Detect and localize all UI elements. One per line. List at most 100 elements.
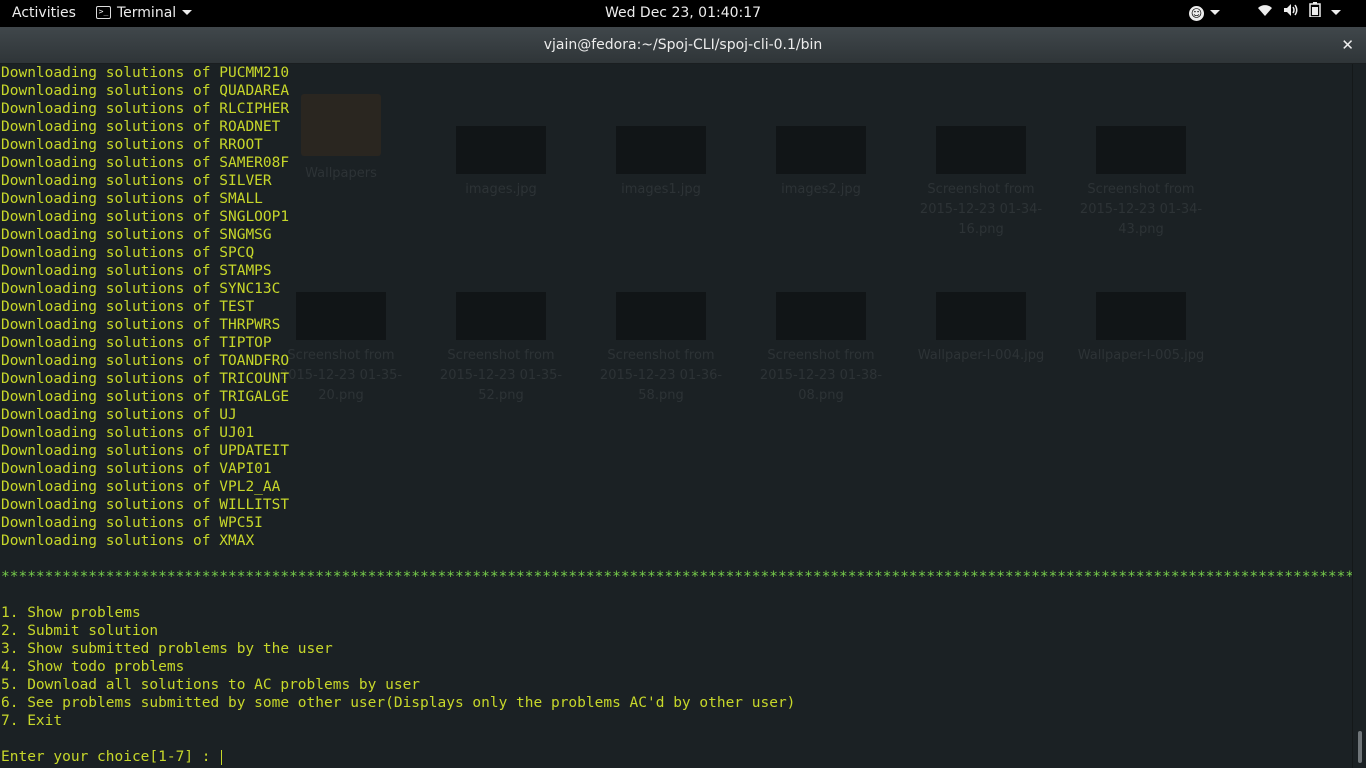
download-line: Downloading solutions of SYNC13C xyxy=(1,280,1352,298)
problem-code: WPC5I xyxy=(219,515,263,531)
download-line: Downloading solutions of ROADNET xyxy=(1,118,1352,136)
terminal-icon: >_ xyxy=(96,5,111,19)
download-line: Downloading solutions of RLCIPHER xyxy=(1,100,1352,118)
close-icon: ✕ xyxy=(1341,36,1354,54)
download-prefix: Downloading solutions of xyxy=(1,443,220,459)
accessibility-icon: ☺ xyxy=(1189,5,1204,21)
text-cursor xyxy=(221,749,223,765)
prompt-text: Enter your choice[1-7] : xyxy=(1,749,220,765)
download-prefix: Downloading solutions of xyxy=(1,245,220,261)
problem-code: ROADNET xyxy=(219,119,281,135)
menu-option: 2. Submit solution xyxy=(1,622,1352,640)
download-prefix: Downloading solutions of xyxy=(1,119,220,135)
download-line: Downloading solutions of SMALL xyxy=(1,190,1352,208)
battery-icon xyxy=(1309,0,1321,27)
menu-option-text: 7. Exit xyxy=(1,713,63,729)
download-prefix: Downloading solutions of xyxy=(1,407,220,423)
download-line: Downloading solutions of TRIGALGE xyxy=(1,388,1352,406)
problem-code: TEST xyxy=(219,299,255,315)
download-prefix: Downloading solutions of xyxy=(1,299,220,315)
download-line: Downloading solutions of SNGMSG xyxy=(1,226,1352,244)
download-line: Downloading solutions of THRPWRS xyxy=(1,316,1352,334)
activities-label: Activities xyxy=(12,5,76,21)
problem-code: SNGLOOP1 xyxy=(219,209,290,225)
top-panel: Activities >_ Terminal Wed Dec 23, 01:40:… xyxy=(0,0,1366,27)
problem-code: THRPWRS xyxy=(219,317,281,333)
download-prefix: Downloading solutions of xyxy=(1,497,220,513)
app-menu-button[interactable]: >_ Terminal xyxy=(96,0,193,27)
scrollbar-thumb[interactable] xyxy=(1358,731,1362,763)
download-prefix: Downloading solutions of xyxy=(1,479,220,495)
problem-code: VAPI01 xyxy=(219,461,272,477)
download-line: Downloading solutions of VPL2_AA xyxy=(1,478,1352,496)
problem-code: SILVER xyxy=(219,173,272,189)
download-prefix: Downloading solutions of xyxy=(1,335,220,351)
download-prefix: Downloading solutions of xyxy=(1,191,220,207)
chevron-down-icon xyxy=(182,9,193,15)
problem-code: WILLITST xyxy=(219,497,290,513)
download-prefix: Downloading solutions of xyxy=(1,515,220,531)
system-status-menu[interactable] xyxy=(1257,0,1341,27)
download-prefix: Downloading solutions of xyxy=(1,263,220,279)
download-line: Downloading solutions of TOANDFRO xyxy=(1,352,1352,370)
download-line: Downloading solutions of UPDATEIT xyxy=(1,442,1352,460)
menu-option-text: 3. Show submitted problems by the user xyxy=(1,641,333,657)
download-prefix: Downloading solutions of xyxy=(1,389,220,405)
close-button[interactable]: ✕ xyxy=(1341,27,1354,63)
download-prefix: Downloading solutions of xyxy=(1,173,220,189)
terminal-scrollbar[interactable] xyxy=(1352,64,1366,768)
download-line: Downloading solutions of QUADAREA xyxy=(1,82,1352,100)
problem-code: SMALL xyxy=(219,191,263,207)
download-line: Downloading solutions of UJ01 xyxy=(1,424,1352,442)
download-line: Downloading solutions of SAMER08F xyxy=(1,154,1352,172)
volume-icon xyxy=(1283,0,1299,27)
problem-code: SPCQ xyxy=(219,245,255,261)
download-line: Downloading solutions of STAMPS xyxy=(1,262,1352,280)
menu-option-text: 1. Show problems xyxy=(1,605,141,621)
download-prefix: Downloading solutions of xyxy=(1,101,220,117)
accessibility-menu[interactable]: ☺ xyxy=(1189,0,1220,27)
chevron-down-icon xyxy=(1210,9,1220,15)
window-title: vjain@fedora:~/Spoj-CLI/spoj-cli-0.1/bin xyxy=(543,37,823,53)
download-line: Downloading solutions of TRICOUNT xyxy=(1,370,1352,388)
activities-button[interactable]: Activities xyxy=(12,0,76,27)
separator-text: ****************************************… xyxy=(1,569,1352,585)
download-line: Downloading solutions of SNGLOOP1 xyxy=(1,208,1352,226)
wifi-icon xyxy=(1257,0,1273,27)
menu-option-text: 4. Show todo problems xyxy=(1,659,185,675)
problem-code: TIPTOP xyxy=(219,335,272,351)
separator-line: ****************************************… xyxy=(1,568,1352,586)
download-line: Downloading solutions of TIPTOP xyxy=(1,334,1352,352)
clock-button[interactable]: Wed Dec 23, 01:40:17 xyxy=(605,5,761,21)
menu-option: 5. Download all solutions to AC problems… xyxy=(1,676,1352,694)
download-prefix: Downloading solutions of xyxy=(1,281,220,297)
download-line: Downloading solutions of TEST xyxy=(1,298,1352,316)
download-line: Downloading solutions of UJ xyxy=(1,406,1352,424)
menu-option: 1. Show problems xyxy=(1,604,1352,622)
download-prefix: Downloading solutions of xyxy=(1,317,220,333)
download-prefix: Downloading solutions of xyxy=(1,425,220,441)
download-prefix: Downloading solutions of xyxy=(1,83,220,99)
download-prefix: Downloading solutions of xyxy=(1,227,220,243)
download-prefix: Downloading solutions of xyxy=(1,155,220,171)
clock-container: Wed Dec 23, 01:40:17 xyxy=(0,0,1366,27)
download-line: Downloading solutions of PUCMM210 xyxy=(1,64,1352,82)
download-prefix: Downloading solutions of xyxy=(1,137,220,153)
download-prefix: Downloading solutions of xyxy=(1,65,220,81)
problem-code: TRICOUNT xyxy=(219,371,290,387)
menu-option-text: 6. See problems submitted by some other … xyxy=(1,695,796,711)
problem-code: SYNC13C xyxy=(219,281,281,297)
window-titlebar[interactable]: vjain@fedora:~/Spoj-CLI/spoj-cli-0.1/bin… xyxy=(0,27,1366,64)
download-prefix: Downloading solutions of xyxy=(1,353,220,369)
problem-code: PUCMM210 xyxy=(219,65,290,81)
terminal-viewport[interactable]: Wallpapers images.jpg images1.jpg images2.j… xyxy=(0,64,1352,768)
problem-code: STAMPS xyxy=(219,263,272,279)
download-line: Downloading solutions of WILLITST xyxy=(1,496,1352,514)
menu-option: 4. Show todo problems xyxy=(1,658,1352,676)
download-prefix: Downloading solutions of xyxy=(1,533,220,549)
prompt-line[interactable]: Enter your choice[1-7] : xyxy=(1,748,1352,766)
chevron-down-icon xyxy=(1331,10,1341,15)
download-line: Downloading solutions of XMAX xyxy=(1,532,1352,550)
